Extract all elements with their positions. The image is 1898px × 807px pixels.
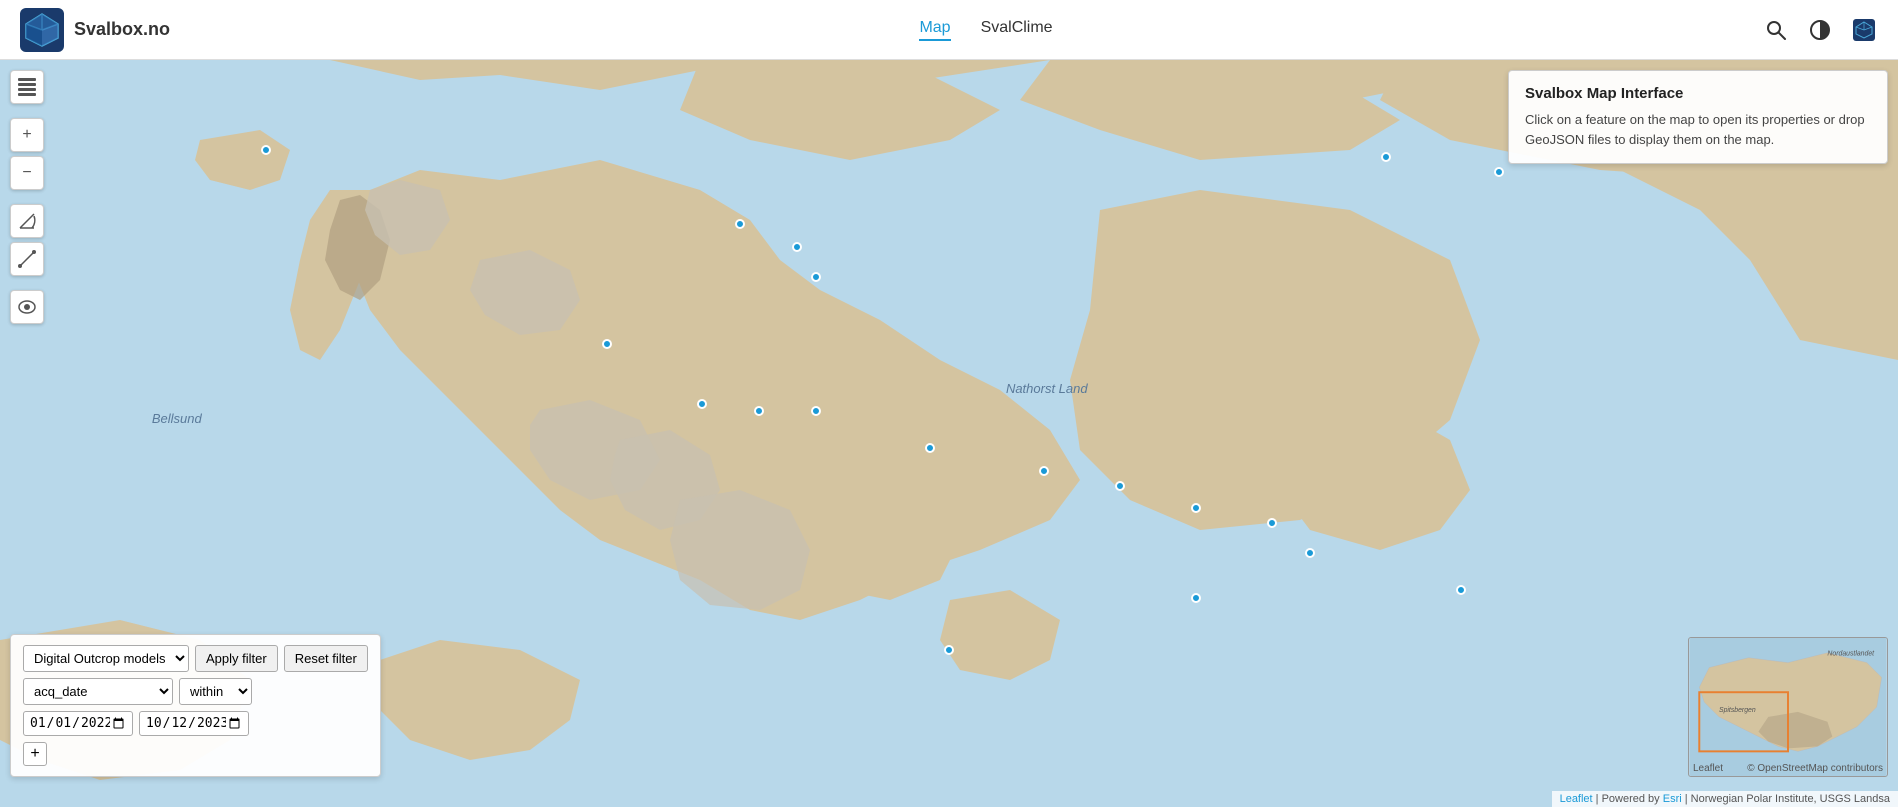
data-point[interactable] bbox=[944, 645, 954, 655]
main-nav: Map SvalClime bbox=[210, 19, 1762, 41]
contrast-icon[interactable] bbox=[1806, 16, 1834, 44]
info-panel-description: Click on a feature on the map to open it… bbox=[1525, 110, 1871, 149]
apply-filter-button[interactable]: Apply filter bbox=[195, 645, 278, 672]
data-point[interactable] bbox=[811, 406, 821, 416]
reset-filter-button[interactable]: Reset filter bbox=[284, 645, 368, 672]
mini-map-leaflet: Leaflet bbox=[1693, 763, 1723, 774]
attribution-sep1: | Powered by bbox=[1596, 793, 1663, 805]
zoom-in-button[interactable]: + bbox=[10, 118, 44, 152]
attribution-sep2: | Norwegian Polar Institute, USGS Landsa bbox=[1685, 793, 1890, 805]
measure-distance-button[interactable] bbox=[10, 242, 44, 276]
data-point[interactable] bbox=[1494, 167, 1504, 177]
data-point[interactable] bbox=[1039, 466, 1049, 476]
mini-map: Nordaustlandet Spitsbergen Leaflet © Ope… bbox=[1688, 637, 1888, 777]
data-point[interactable] bbox=[1381, 152, 1391, 162]
date-from-input[interactable] bbox=[23, 711, 133, 736]
filter-row-2: acq_date within equals before after bbox=[23, 678, 368, 705]
data-point[interactable] bbox=[1191, 503, 1201, 513]
data-point[interactable] bbox=[261, 145, 271, 155]
nav-map[interactable]: Map bbox=[919, 19, 950, 41]
data-point[interactable] bbox=[1191, 593, 1201, 603]
header: Svalbox.no Map SvalClime bbox=[0, 0, 1898, 60]
search-icon[interactable] bbox=[1762, 16, 1790, 44]
data-point[interactable] bbox=[735, 219, 745, 229]
left-toolbar: + − bbox=[10, 70, 44, 324]
svg-text:Spitsbergen: Spitsbergen bbox=[1719, 707, 1756, 714]
data-point[interactable] bbox=[754, 406, 764, 416]
date-to-input[interactable] bbox=[139, 711, 249, 736]
info-panel-title: Svalbox Map Interface bbox=[1525, 85, 1871, 102]
data-point[interactable] bbox=[1456, 585, 1466, 595]
zoom-out-button[interactable]: − bbox=[10, 156, 44, 190]
data-point[interactable] bbox=[697, 399, 707, 409]
leaflet-link[interactable]: Leaflet bbox=[1560, 793, 1593, 805]
data-point[interactable] bbox=[1115, 481, 1125, 491]
operator-select[interactable]: within equals before after bbox=[179, 678, 252, 705]
filter-row-3 bbox=[23, 711, 368, 736]
esri-link[interactable]: Esri bbox=[1663, 793, 1682, 805]
data-point[interactable] bbox=[1267, 518, 1277, 528]
header-icons bbox=[1762, 16, 1878, 44]
mini-map-svg: Nordaustlandet Spitsbergen bbox=[1689, 638, 1887, 776]
logo-icon bbox=[20, 8, 64, 52]
data-point[interactable] bbox=[925, 443, 935, 453]
add-filter-button[interactable]: + bbox=[23, 742, 47, 766]
visibility-button[interactable] bbox=[10, 290, 44, 324]
logo-area: Svalbox.no bbox=[20, 8, 170, 52]
data-point[interactable] bbox=[1305, 548, 1315, 558]
map-container[interactable]: Bellsund Nathorst Land + − bbox=[0, 60, 1898, 807]
filter-panel: Digital Outcrop models Apply filter Rese… bbox=[10, 634, 381, 777]
info-panel: Svalbox Map Interface Click on a feature… bbox=[1508, 70, 1888, 164]
filter-row-1: Digital Outcrop models Apply filter Rese… bbox=[23, 645, 368, 672]
field-select[interactable]: acq_date bbox=[23, 678, 173, 705]
svg-text:Nordaustlandet: Nordaustlandet bbox=[1827, 651, 1875, 658]
layers-button[interactable] bbox=[10, 70, 44, 104]
data-point[interactable] bbox=[811, 272, 821, 282]
box-icon[interactable] bbox=[1850, 16, 1878, 44]
mini-map-osm: © OpenStreetMap contributors bbox=[1747, 763, 1883, 774]
logo-text: Svalbox.no bbox=[74, 19, 170, 40]
data-point[interactable] bbox=[792, 242, 802, 252]
filter-row-4: + bbox=[23, 742, 368, 766]
measure-angle-button[interactable] bbox=[10, 204, 44, 238]
layer-select[interactable]: Digital Outcrop models bbox=[23, 645, 189, 672]
attribution-bar: Leaflet | Powered by Esri | Norwegian Po… bbox=[1552, 791, 1898, 807]
nav-svalclime[interactable]: SvalClime bbox=[981, 19, 1053, 41]
data-point[interactable] bbox=[602, 339, 612, 349]
